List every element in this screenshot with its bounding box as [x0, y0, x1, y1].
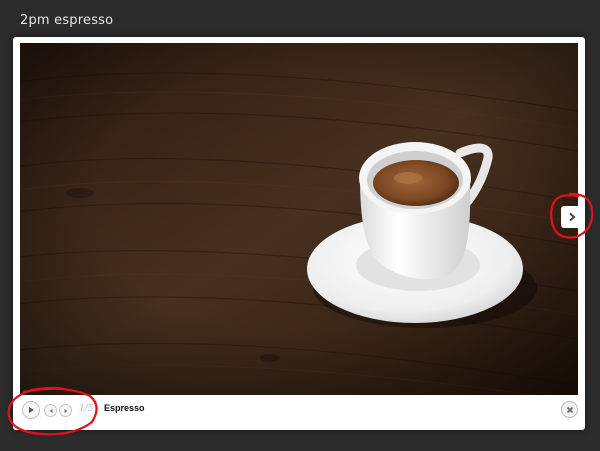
photo [20, 43, 578, 395]
image-caption: Espresso [104, 403, 145, 413]
chevron-right-icon [569, 212, 576, 222]
next-button[interactable] [59, 404, 72, 417]
espresso-photo [20, 43, 578, 395]
previous-icon [49, 408, 52, 413]
image-counter: 1/5 [79, 404, 94, 414]
close-icon [566, 406, 573, 413]
next-icon [64, 408, 67, 413]
controls-bar: 1/5 Espresso [13, 395, 585, 430]
play-button[interactable] [22, 401, 40, 419]
play-icon [29, 407, 34, 413]
previous-button[interactable] [44, 404, 57, 417]
page-title: 2pm espresso [20, 13, 114, 28]
close-button[interactable] [561, 401, 578, 418]
lightbox: 1/5 Espresso [13, 37, 585, 430]
next-image-button[interactable] [561, 206, 583, 228]
